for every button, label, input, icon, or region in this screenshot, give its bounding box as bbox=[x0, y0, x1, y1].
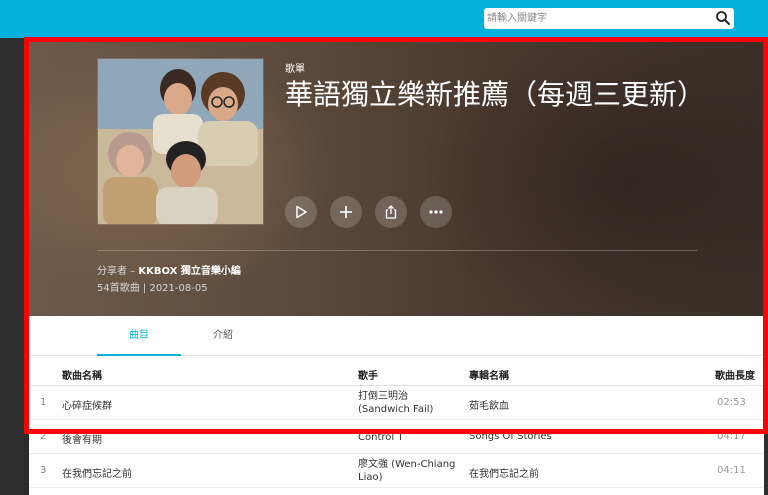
track-number: 3 bbox=[40, 465, 47, 476]
track-artist[interactable]: Control T bbox=[358, 431, 403, 444]
add-icon bbox=[340, 206, 352, 218]
column-header-title: 歌曲名稱 bbox=[62, 371, 102, 382]
tracklist-panel: 曲目 介紹 歌曲名稱 歌手 專輯名稱 歌曲長度 1 心碎症候群 打倒三明治 (S… bbox=[29, 316, 764, 495]
track-duration: 04:11 bbox=[717, 465, 746, 476]
track-album[interactable]: Songs Of Stories bbox=[469, 431, 552, 442]
share-icon bbox=[385, 205, 397, 219]
sharer-name-link[interactable]: KKBOX 獨立音樂小編 bbox=[138, 266, 240, 277]
tab-tracks[interactable]: 曲目 bbox=[97, 316, 181, 356]
playlist-cover-image bbox=[97, 58, 264, 225]
track-album[interactable]: 在我們忘記之前 bbox=[469, 465, 539, 480]
play-button[interactable] bbox=[285, 196, 317, 228]
right-scroll-area bbox=[764, 38, 768, 495]
track-title[interactable]: 後會有期 bbox=[62, 431, 102, 446]
track-album[interactable]: 茹毛飲血 bbox=[469, 397, 509, 412]
column-header-artist: 歌手 bbox=[358, 371, 378, 382]
playlist-header: 歌單 華語獨立樂新推薦（每週三更新） 分享者 – KKBOX 獨立音樂小編 54… bbox=[29, 42, 764, 316]
search-icon[interactable] bbox=[715, 10, 731, 26]
search-box[interactable] bbox=[484, 8, 734, 29]
play-icon bbox=[296, 205, 307, 219]
header-divider bbox=[97, 250, 697, 251]
playlist-title: 華語獨立樂新推薦（每週三更新） bbox=[285, 78, 706, 111]
table-row[interactable]: 1 心碎症候群 打倒三明治 (Sandwich Fail) 茹毛飲血 02:53 bbox=[29, 386, 764, 420]
top-bar bbox=[0, 0, 768, 38]
track-title[interactable]: 在我們忘記之前 bbox=[62, 465, 132, 480]
track-artist[interactable]: 廖文強 (Wen-Chiang Liao) bbox=[358, 458, 455, 484]
sharer-prefix: 分享者 – bbox=[97, 266, 139, 277]
track-duration: 04:17 bbox=[717, 431, 746, 442]
sharer-line: 分享者 – KKBOX 獨立音樂小編 bbox=[97, 262, 241, 277]
more-button[interactable] bbox=[420, 196, 452, 228]
table-header: 歌曲名稱 歌手 專輯名稱 歌曲長度 bbox=[29, 360, 764, 386]
share-button[interactable] bbox=[375, 196, 407, 228]
table-row[interactable]: 2 後會有期 Control T Songs Of Stories 04:17 bbox=[29, 420, 764, 454]
search-input[interactable] bbox=[484, 9, 707, 28]
playlist-type-label: 歌單 bbox=[285, 64, 305, 75]
playlist-meta: 54首歌曲 | 2021-08-05 bbox=[97, 283, 208, 294]
track-duration: 02:53 bbox=[717, 397, 746, 408]
track-artist[interactable]: 打倒三明治 (Sandwich Fail) bbox=[358, 390, 433, 416]
table-row[interactable]: 3 在我們忘記之前 廖文強 (Wen-Chiang Liao) 在我們忘記之前 … bbox=[29, 454, 764, 488]
tab-bar: 曲目 介紹 bbox=[29, 316, 764, 356]
cover-photo bbox=[98, 59, 263, 224]
track-title[interactable]: 心碎症候群 bbox=[62, 397, 112, 412]
add-button[interactable] bbox=[330, 196, 362, 228]
column-header-duration: 歌曲長度 bbox=[715, 371, 755, 382]
tab-intro[interactable]: 介紹 bbox=[195, 316, 251, 356]
more-icon bbox=[429, 210, 443, 214]
left-sidebar bbox=[0, 38, 24, 495]
track-number: 2 bbox=[40, 431, 47, 442]
column-header-album: 專輯名稱 bbox=[469, 371, 509, 382]
track-number: 1 bbox=[40, 397, 47, 408]
